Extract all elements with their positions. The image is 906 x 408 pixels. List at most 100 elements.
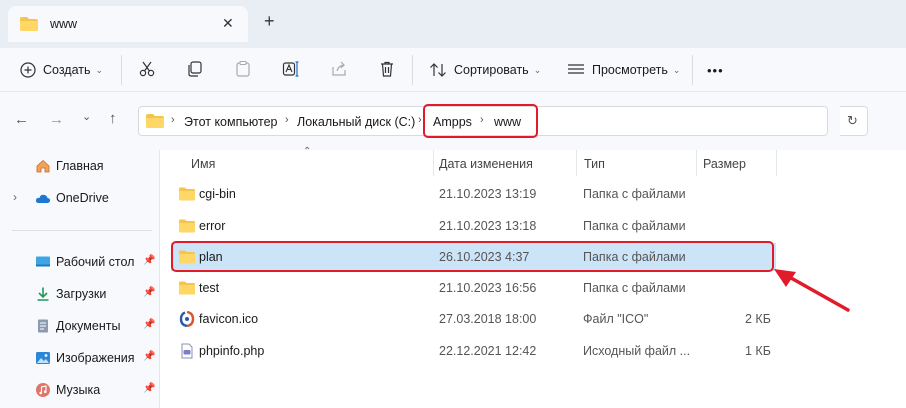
file-row-error[interactable]: error 21.10.2023 13:18 Папка с файлами [171, 212, 776, 240]
file-row-phpinfo[interactable]: phpinfo.php 22.12.2021 12:42 Исходный фа… [171, 337, 776, 365]
copy-icon[interactable] [186, 60, 204, 78]
chevron-down-icon: ⌄ [533, 64, 542, 75]
forward-arrow-icon[interactable]: → [49, 111, 64, 128]
column-divider[interactable] [776, 150, 777, 176]
file-date: 21.10.2023 13:19 [439, 187, 537, 201]
file-type: Папка с файлами [583, 281, 686, 295]
sort-ascending-icon: ⌃ [303, 146, 312, 157]
pin-icon[interactable]: 📌 [143, 255, 155, 266]
paste-icon[interactable] [234, 60, 252, 78]
sidebar-item-music[interactable]: Музыка 📌 [0, 379, 160, 401]
file-name: error [199, 219, 226, 233]
sidebar-item-documents[interactable]: Документы 📌 [0, 315, 160, 337]
breadcrumb-www[interactable]: www [494, 115, 521, 129]
folder-icon [179, 219, 195, 233]
share-icon[interactable] [330, 60, 348, 78]
column-divider[interactable] [433, 150, 434, 176]
pin-icon[interactable]: 📌 [143, 351, 155, 362]
cloud-icon [35, 194, 51, 203]
view-label: Просмотреть [592, 63, 668, 77]
sidebar-item-downloads[interactable]: Загрузки 📌 [0, 283, 160, 305]
file-name: cgi-bin [199, 187, 236, 201]
chevron-right-icon: › [285, 114, 289, 126]
desktop-icon [36, 256, 50, 267]
sidebar-item-onedrive[interactable]: › OneDrive [0, 187, 160, 209]
breadcrumb-ampps[interactable]: Ampps [433, 115, 472, 129]
tab-www[interactable]: www ✕ [8, 6, 248, 42]
pin-icon[interactable]: 📌 [143, 383, 155, 394]
sidebar-item-label: Загрузки [56, 287, 107, 301]
column-divider[interactable] [696, 150, 697, 176]
file-name: plan [199, 250, 223, 264]
sidebar-item-pictures[interactable]: Изображения 📌 [0, 347, 160, 369]
pictures-icon [36, 352, 50, 364]
folder-icon [20, 17, 38, 31]
file-type: Файл "ICO" [583, 312, 649, 326]
ico-file-icon [179, 311, 195, 327]
file-name: test [199, 281, 220, 295]
new-tab-button[interactable]: + [264, 12, 275, 30]
delete-icon[interactable] [378, 60, 396, 78]
file-row-favicon[interactable]: favicon.ico 27.03.2018 18:00 Файл "ICO" … [171, 305, 776, 333]
file-date: 21.10.2023 16:56 [439, 281, 537, 295]
music-icon [36, 383, 50, 397]
chevron-right-icon: › [171, 114, 175, 126]
create-label: Создать [43, 63, 91, 77]
view-list-icon [568, 64, 584, 74]
sort-button[interactable]: Сортировать ⌄ [429, 58, 541, 82]
cut-icon[interactable] [138, 60, 156, 78]
file-name: favicon.ico [199, 312, 259, 326]
column-header-type[interactable]: Тип [584, 157, 605, 171]
file-type: Папка с файлами [583, 219, 686, 233]
file-size: 1 КБ [745, 344, 771, 358]
sort-label: Сортировать [454, 63, 529, 77]
folder-icon [179, 187, 195, 201]
refresh-button[interactable]: ↻ [840, 106, 868, 136]
file-date: 26.10.2023 4:37 [439, 250, 530, 264]
folder-icon [146, 114, 164, 128]
documents-icon [38, 319, 48, 333]
sidebar-item-home[interactable]: Главная [0, 155, 160, 177]
breadcrumb-this-pc[interactable]: Этот компьютер [184, 115, 277, 129]
column-header-size[interactable]: Размер [703, 157, 746, 171]
up-arrow-icon[interactable]: ↑ [109, 110, 117, 127]
navigation-pane: Главная › OneDrive Рабочий стол 📌 Загруз… [0, 150, 160, 408]
file-row-test[interactable]: test 21.10.2023 16:56 Папка с файлами [171, 274, 776, 302]
folder-icon [179, 250, 195, 264]
pin-icon[interactable]: 📌 [143, 287, 155, 298]
close-icon[interactable]: ✕ [222, 15, 234, 32]
download-icon [37, 287, 49, 301]
file-size: 2 КБ [745, 312, 771, 326]
chevron-right-icon[interactable]: › [13, 190, 17, 204]
pin-icon[interactable]: 📌 [143, 319, 155, 330]
column-header-name[interactable]: Имя [191, 157, 215, 171]
sidebar-item-label: OneDrive [56, 191, 109, 205]
annotation-arrow-icon [774, 269, 850, 312]
chevron-down-icon: ⌄ [672, 64, 681, 75]
file-row-plan[interactable]: plan 26.10.2023 4:37 Папка с файлами [171, 243, 776, 271]
sidebar-item-label: Изображения [56, 351, 135, 365]
column-header-date[interactable]: Дата изменения [439, 157, 533, 171]
column-divider[interactable] [576, 150, 577, 176]
file-date: 21.10.2023 13:18 [439, 219, 537, 233]
chevron-right-icon: › [418, 114, 422, 126]
plus-circle-icon [20, 62, 36, 78]
recent-locations-chevron-icon[interactable]: ⌄ [82, 110, 91, 123]
command-bar: Создать ⌄ Сортировать ⌄ Просмотреть ⌄ ••… [0, 48, 906, 92]
file-type: Папка с файлами [583, 187, 686, 201]
chevron-down-icon: ⌄ [95, 64, 104, 75]
tab-title: www [50, 17, 78, 31]
file-row-cgi-bin[interactable]: cgi-bin 21.10.2023 13:19 Папка с файлами [171, 180, 776, 208]
toolbar-divider [121, 55, 122, 85]
sidebar-item-label: Музыка [56, 383, 101, 397]
sidebar-item-desktop[interactable]: Рабочий стол 📌 [0, 251, 160, 273]
sidebar-item-label: Рабочий стол [56, 255, 135, 269]
view-button[interactable]: Просмотреть ⌄ [567, 58, 680, 82]
breadcrumb-local-disk[interactable]: Локальный диск (C:) [297, 115, 415, 129]
rename-icon[interactable] [282, 60, 300, 78]
create-button[interactable]: Создать ⌄ [20, 58, 103, 82]
more-options-button[interactable]: ••• [707, 58, 724, 82]
back-arrow-icon[interactable]: ← [14, 111, 29, 128]
sidebar-divider [12, 230, 152, 231]
sidebar-item-label: Главная [56, 159, 104, 173]
